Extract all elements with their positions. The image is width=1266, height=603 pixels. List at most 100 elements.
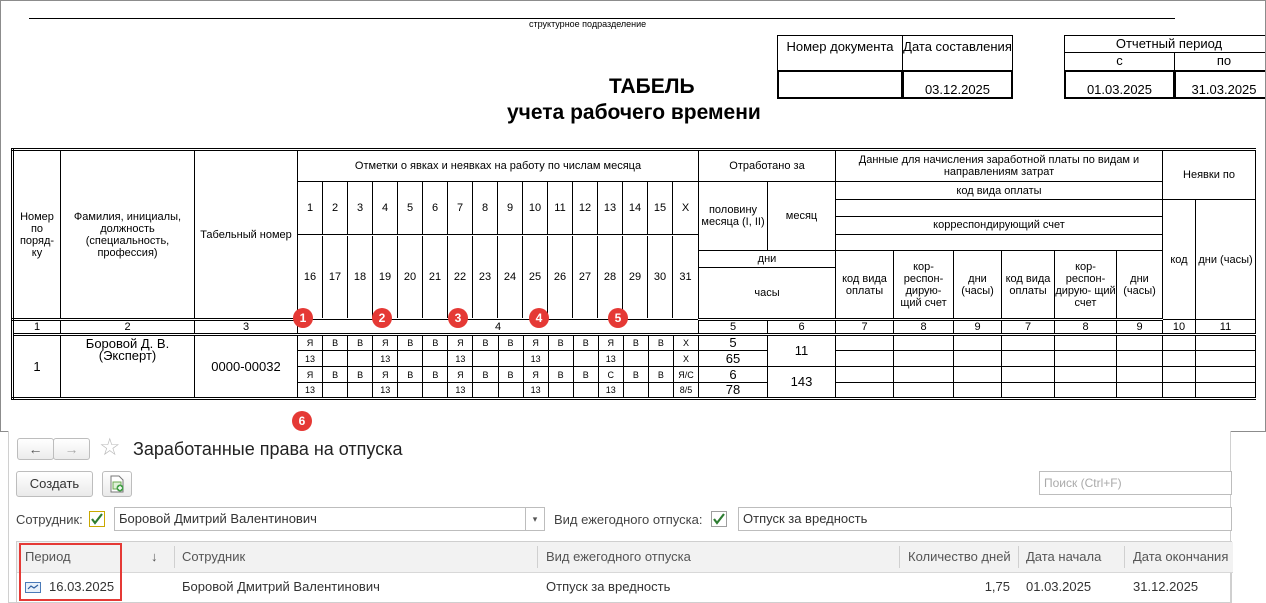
day-mark: В xyxy=(397,366,424,383)
day-mark: 13 xyxy=(372,350,399,367)
col-number-header: Номер по поряд- ку xyxy=(11,148,61,321)
col-start-header[interactable]: Дата начала xyxy=(1026,542,1101,572)
empty-cell xyxy=(835,350,894,367)
badge-4: 4 xyxy=(529,308,549,328)
month-hours: 143 xyxy=(767,366,836,400)
day-header: 2 xyxy=(323,182,348,234)
day-mark xyxy=(622,350,649,367)
doc-date-value: 03.12.2025 xyxy=(902,70,1013,99)
table-row[interactable]: 16.03.2025 Боровой Дмитрий Валентинович … xyxy=(17,572,1233,602)
col-vacation-header[interactable]: Вид ежегодного отпуска xyxy=(546,542,691,572)
day-mark: В xyxy=(497,333,524,351)
empty-cell xyxy=(1195,366,1256,383)
badge-2: 2 xyxy=(372,308,392,328)
day-header: 21 xyxy=(423,236,448,318)
day-mark xyxy=(422,382,449,400)
day-mark xyxy=(572,382,599,400)
back-button[interactable]: ← xyxy=(17,438,54,460)
check-icon xyxy=(711,511,727,527)
day-mark: Я xyxy=(296,366,324,383)
days-second-half: 16 17 18 19 20 21 22 23 24 25 26 27 28 29 30 31 xyxy=(297,234,699,320)
employee-checkbox[interactable] xyxy=(89,511,105,527)
empty-cell xyxy=(953,366,1002,383)
day-mark xyxy=(347,382,374,400)
day-mark: С xyxy=(597,366,624,383)
divider xyxy=(1018,546,1019,568)
day-header: X xyxy=(681,202,690,214)
day-header: 11 xyxy=(548,182,573,234)
col-name-header: Фамилия, инициалы, должность (специально… xyxy=(60,148,195,321)
spreadsheet-add-icon xyxy=(110,475,124,493)
vacation-type-select[interactable]: Отпуск за вредность xyxy=(738,507,1232,531)
col-days-hours-header: дни (часы) xyxy=(1195,199,1256,320)
day-header: 20 xyxy=(398,236,423,318)
export-button[interactable] xyxy=(102,471,132,497)
day-mark xyxy=(472,350,499,367)
day-header: 29 xyxy=(623,236,648,318)
col-corr-2: кор- респон- дирую- щий счет xyxy=(1054,250,1117,321)
day-header: 1 xyxy=(299,182,323,234)
day-header: 9 xyxy=(498,182,523,234)
half-days: 6 xyxy=(698,366,768,383)
day-mark xyxy=(422,350,449,367)
colnum: 4 xyxy=(297,319,699,335)
dropdown-button[interactable]: ▾ xyxy=(525,507,545,531)
arrow-right-icon: → xyxy=(64,441,79,457)
empty-cell xyxy=(1054,333,1117,351)
empty-cell xyxy=(1116,350,1163,367)
col-end-header[interactable]: Дата окончания xyxy=(1133,542,1228,572)
colnum: 7 xyxy=(1001,319,1055,335)
day-header: 13 xyxy=(598,182,623,234)
divider xyxy=(1124,546,1125,568)
month-days: 11 xyxy=(767,333,836,367)
day-header: 8 xyxy=(473,182,498,234)
col-month-header: месяц xyxy=(767,181,836,251)
empty-cell xyxy=(835,366,894,383)
row-vacation: Отпуск за вредность xyxy=(546,579,671,594)
empty-cell xyxy=(893,366,954,383)
day-mark: Я xyxy=(296,333,324,351)
period-from-label: с xyxy=(1064,52,1175,71)
period-to-label: по xyxy=(1174,52,1265,71)
day-mark: 13 xyxy=(372,382,399,400)
day-mark: В xyxy=(622,366,649,383)
empty-cell xyxy=(1162,382,1196,400)
day-mark: 13 xyxy=(522,350,549,367)
day-mark: 13 xyxy=(447,382,474,400)
forward-button[interactable]: → xyxy=(53,438,90,460)
day-mark xyxy=(647,350,674,367)
half-hours: 65 xyxy=(698,350,768,367)
day-mark: В xyxy=(472,333,499,351)
create-button[interactable]: Создать xyxy=(16,471,93,497)
employee-label: Сотрудник: xyxy=(16,512,83,527)
col-days-header[interactable]: Количество дней xyxy=(908,542,1011,572)
day-mark xyxy=(497,382,524,400)
day-header: 5 xyxy=(398,182,423,234)
empty-cell xyxy=(1116,333,1163,351)
half-days: 5 xyxy=(698,333,768,351)
empty-cell xyxy=(1116,366,1163,383)
employee-select[interactable]: Боровой Дмитрий Валентинович xyxy=(114,507,527,531)
day-header: 28 xyxy=(598,236,623,318)
empty-cell xyxy=(893,382,954,400)
col-code-pay-2: код вида оплаты xyxy=(1001,250,1055,321)
badge-1: 1 xyxy=(293,308,313,328)
col-daysh-1: дни (часы) xyxy=(953,250,1002,321)
sort-arrow-icon[interactable]: ↓ xyxy=(151,542,158,572)
search-input[interactable]: Поиск (Ctrl+F) xyxy=(1039,471,1232,495)
day-mark: X xyxy=(672,350,700,367)
chevron-down-icon: ▾ xyxy=(532,514,538,524)
day-mark xyxy=(472,382,499,400)
day-header: 31 xyxy=(679,271,692,283)
col-employee-header[interactable]: Сотрудник xyxy=(182,542,245,572)
star-icon[interactable]: ☆ xyxy=(99,433,121,462)
day-header: 14 xyxy=(623,182,648,234)
empty-cell xyxy=(893,350,954,367)
empty-cell xyxy=(953,333,1002,351)
empty-cell xyxy=(1054,350,1117,367)
day-mark xyxy=(572,350,599,367)
vacation-type-checkbox[interactable] xyxy=(711,511,727,527)
day-header: 17 xyxy=(323,236,348,318)
period-from-value: 01.03.2025 xyxy=(1064,70,1175,99)
day-header: 26 xyxy=(548,236,573,318)
